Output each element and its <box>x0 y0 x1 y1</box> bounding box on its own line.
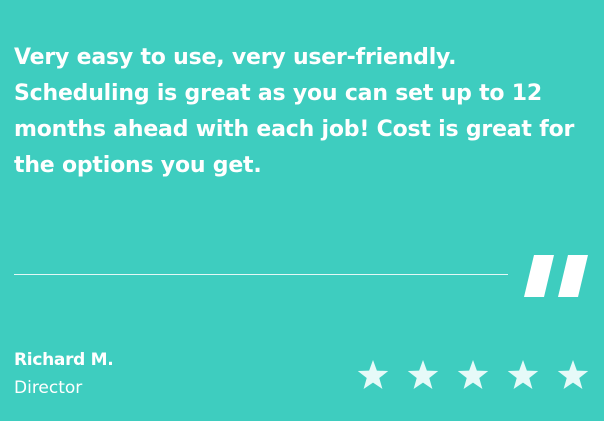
star-icon <box>557 360 589 389</box>
quote-mark-icon <box>524 255 588 297</box>
star-rating <box>356 358 590 394</box>
author-name: Richard M. <box>14 350 114 370</box>
star-icon <box>457 360 489 389</box>
author-role: Director <box>14 378 83 398</box>
testimonial-quote: Very easy to use, very user-friendly. Sc… <box>14 45 575 178</box>
star-icon <box>407 360 439 389</box>
divider <box>14 274 508 275</box>
testimonial-card: Very easy to use, very user-friendly. Sc… <box>0 0 604 421</box>
star-icon <box>357 360 389 389</box>
star-icon <box>507 360 539 389</box>
